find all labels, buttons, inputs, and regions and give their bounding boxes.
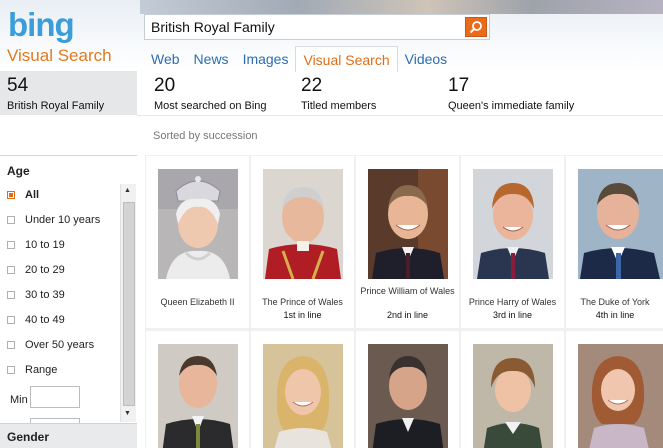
stat-label: Most searched on Bing (154, 100, 267, 112)
age-facet-title: Age (7, 164, 30, 178)
portrait-photo[interactable] (578, 344, 663, 448)
bing-logo[interactable]: bing (8, 6, 75, 44)
result-card-prince-harry[interactable]: Prince Harry of Wales 3rd in line (461, 156, 564, 328)
gender-facet-header[interactable]: Gender (0, 423, 137, 448)
option-label: 30 to 39 (25, 289, 65, 301)
option-label: 40 to 49 (25, 314, 65, 326)
person-name[interactable]: The Prince of Wales (253, 297, 352, 308)
result-card[interactable] (566, 331, 663, 448)
person-name[interactable]: Queen Elizabeth II (148, 297, 247, 308)
succession-line: 4th in line (595, 310, 635, 320)
option-label: Range (25, 364, 58, 376)
checkbox[interactable] (7, 341, 15, 349)
succession-line: 3rd in line (492, 310, 533, 320)
result-card[interactable] (356, 331, 459, 448)
portrait-photo[interactable] (263, 169, 343, 279)
result-card-duke-of-york[interactable]: The Duke of York 4th in line (566, 156, 663, 328)
min-label: Min (10, 394, 28, 406)
tab-visual-search[interactable]: Visual Search (295, 46, 398, 72)
option-label: All (25, 189, 40, 201)
checkbox[interactable] (7, 191, 15, 199)
visual-search-title: Visual Search (7, 46, 112, 65)
age-option-range[interactable]: Range (7, 364, 57, 376)
age-option-all[interactable]: All (7, 189, 39, 201)
divider (137, 115, 663, 116)
age-option-40-49[interactable]: 40 to 49 (7, 314, 65, 326)
age-option-10-19[interactable]: 10 to 19 (7, 239, 65, 251)
checkbox[interactable] (7, 216, 15, 224)
option-label: 10 to 19 (25, 239, 65, 251)
stat-count: 17 (448, 75, 470, 96)
min-age-input[interactable] (30, 386, 80, 408)
filter-sidebar: Age All Under 10 years 10 to 19 20 to 29… (0, 155, 137, 448)
tab-news[interactable]: News (187, 46, 236, 72)
vertical-tabs: Web News Images Visual Search Videos (144, 46, 454, 72)
stat-titled-members[interactable]: 22 Titled members (301, 75, 376, 112)
person-name[interactable]: The Duke of York (568, 297, 662, 308)
stat-label: British Royal Family (7, 100, 105, 112)
tab-web[interactable]: Web (144, 46, 187, 72)
search-icon (469, 21, 482, 34)
checkbox[interactable] (7, 266, 15, 274)
checkbox[interactable] (7, 366, 15, 374)
age-option-30-39[interactable]: 30 to 39 (7, 289, 65, 301)
option-label: Over 50 years (25, 339, 95, 351)
search-input[interactable] (151, 19, 461, 35)
tab-images[interactable]: Images (236, 46, 296, 72)
scroll-thumb[interactable] (123, 202, 135, 406)
stat-label: Queen's immediate family (448, 100, 575, 112)
option-label: Under 10 years (25, 214, 101, 226)
header-banner-image (140, 0, 663, 14)
results-grid: Queen Elizabeth II The Prince of Wales 1… (145, 155, 663, 448)
portrait-photo[interactable] (473, 344, 553, 448)
stat-queens-family[interactable]: 17 Queen's immediate family (448, 75, 574, 112)
age-option-over-50[interactable]: Over 50 years (7, 339, 94, 351)
search-box (144, 14, 490, 40)
header: bing Visual Search Web News Images Visua… (0, 0, 663, 72)
result-card[interactable] (461, 331, 564, 448)
portrait-photo[interactable] (473, 169, 553, 279)
tab-videos[interactable]: Videos (398, 46, 455, 72)
stat-british-royal-family[interactable]: 54 British Royal Family (7, 75, 104, 112)
result-card-prince-of-wales[interactable]: The Prince of Wales 1st in line (251, 156, 354, 328)
portrait-photo[interactable] (158, 169, 238, 279)
portrait-photo[interactable] (578, 169, 663, 279)
result-card[interactable] (146, 331, 249, 448)
sort-label[interactable]: Sorted by succession (153, 130, 258, 142)
stat-count: 22 (301, 75, 323, 96)
portrait-photo[interactable] (263, 344, 343, 448)
person-name[interactable]: Prince William of Wales (358, 286, 457, 297)
succession-line: 1st in line (283, 310, 322, 320)
age-option-20-29[interactable]: 20 to 29 (7, 264, 65, 276)
stat-count: 20 (154, 75, 176, 96)
succession-line: 2nd in line (386, 310, 429, 320)
portrait-photo[interactable] (368, 169, 448, 279)
scroll-down-icon[interactable]: ▼ (124, 410, 131, 417)
search-button[interactable] (465, 17, 487, 37)
option-label: 20 to 29 (25, 264, 65, 276)
age-option-under-10[interactable]: Under 10 years (7, 214, 100, 226)
checkbox[interactable] (7, 291, 15, 299)
portrait-photo[interactable] (368, 344, 448, 448)
checkbox[interactable] (7, 316, 15, 324)
stat-label: Titled members (301, 100, 377, 112)
scroll-up-icon[interactable]: ▲ (124, 187, 131, 194)
person-name[interactable]: Prince Harry of Wales (463, 297, 562, 308)
stat-count: 54 (7, 75, 29, 96)
result-card-queen-elizabeth[interactable]: Queen Elizabeth II (146, 156, 249, 328)
checkbox[interactable] (7, 241, 15, 249)
result-card-prince-william[interactable]: Prince William of Wales 2nd in line (356, 156, 459, 328)
stat-most-searched[interactable]: 20 Most searched on Bing (154, 75, 267, 112)
portrait-photo[interactable] (158, 344, 238, 448)
result-card[interactable] (251, 331, 354, 448)
sidebar-scrollbar[interactable]: ▲ ▼ (120, 184, 136, 422)
gender-facet-title: Gender (7, 430, 50, 444)
